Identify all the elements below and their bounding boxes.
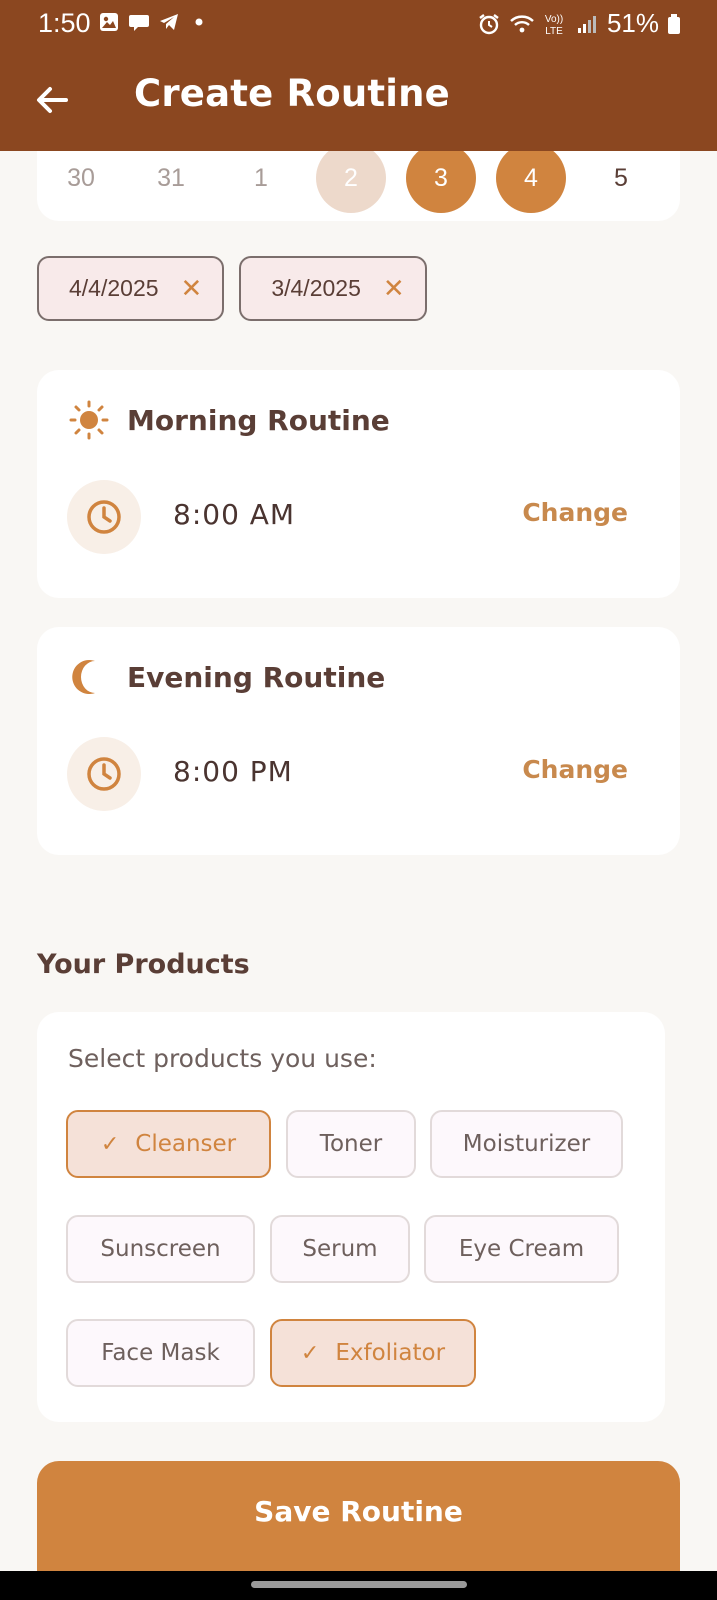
product-chip-label: Sunscreen — [100, 1236, 221, 1262]
date-chip[interactable]: 4/4/2025 ✕ — [37, 256, 225, 321]
date-chip-label: 4/4/2025 — [69, 275, 159, 301]
page-title: Create Routine — [134, 72, 450, 115]
check-icon: ✓ — [300, 1340, 320, 1366]
save-routine-button[interactable]: Save Routine — [37, 1461, 680, 1571]
telegram-icon — [158, 10, 180, 32]
product-chip-sunscreen[interactable]: Sunscreen — [66, 1215, 255, 1283]
status-bar: 1:50 Vo)) LTE 51% — [0, 0, 717, 48]
sun-icon — [69, 400, 109, 440]
products-card: Select products you use: ✓ Cleanser Tone… — [37, 1012, 665, 1422]
product-chip-label: Serum — [302, 1236, 378, 1262]
clock-icon-badge — [67, 737, 141, 811]
clock-icon — [87, 757, 121, 791]
evening-routine-header: Evening Routine — [69, 657, 385, 697]
product-chip-label: Toner — [319, 1131, 383, 1157]
product-chip-cleanser[interactable]: ✓ Cleanser — [66, 1110, 271, 1178]
calendar-day[interactable]: 30 — [46, 151, 116, 213]
calendar-day-selected[interactable]: 4 — [496, 151, 566, 213]
home-gesture-handle[interactable] — [251, 1581, 467, 1588]
calendar-card: 30 31 1 2 3 4 5 — [37, 151, 680, 221]
svg-text:LTE: LTE — [545, 26, 563, 36]
battery-level: 51% — [606, 8, 659, 38]
selected-dates: 4/4/2025 ✕ 3/4/2025 ✕ — [37, 256, 427, 321]
signal-icon — [575, 12, 599, 36]
product-chip-label: Moisturizer — [462, 1131, 591, 1157]
morning-routine-title: Morning Routine — [127, 403, 390, 437]
app-bar: Create Routine — [0, 48, 717, 151]
close-icon[interactable]: ✕ — [181, 274, 203, 304]
product-chip-label: Exfoliator — [335, 1340, 446, 1366]
morning-routine-card: Morning Routine 8:00 AM Change — [37, 370, 680, 598]
calendar-day[interactable]: 31 — [136, 151, 206, 213]
evening-routine-card: Evening Routine 8:00 PM Change — [37, 627, 680, 855]
product-chip-label: Eye Cream — [458, 1236, 585, 1262]
check-icon: ✓ — [100, 1131, 120, 1157]
clock-icon — [87, 500, 121, 534]
status-time: 1:50 — [38, 8, 91, 38]
product-chip-label: Cleanser — [135, 1131, 237, 1157]
battery-icon — [667, 12, 681, 36]
product-chip-eye-cream[interactable]: Eye Cream — [424, 1215, 619, 1283]
morning-time: 8:00 AM — [173, 498, 296, 531]
notification-icons — [98, 10, 210, 32]
product-chip-toner[interactable]: Toner — [286, 1110, 416, 1178]
back-button[interactable] — [30, 78, 74, 122]
product-chip-serum[interactable]: Serum — [270, 1215, 410, 1283]
date-chip-label: 3/4/2025 — [271, 275, 361, 301]
morning-routine-header: Morning Routine — [69, 400, 390, 440]
content-scroll[interactable]: 30 31 1 2 3 4 5 4/4/2025 ✕ 3/4/2025 ✕ Mo… — [0, 151, 717, 1571]
volte-icon: Vo)) LTE — [541, 12, 567, 37]
dot-icon — [188, 10, 210, 32]
change-evening-time-button[interactable]: Change — [522, 755, 628, 784]
product-chip-label: Face Mask — [101, 1340, 220, 1366]
svg-text:Vo)): Vo)) — [545, 14, 563, 25]
wifi-icon — [509, 12, 534, 36]
arrow-left-icon — [37, 87, 68, 113]
product-chip-moisturizer[interactable]: Moisturizer — [430, 1110, 623, 1178]
date-chip[interactable]: 3/4/2025 ✕ — [239, 256, 427, 321]
chat-icon — [128, 10, 150, 32]
calendar-day[interactable]: 5 — [586, 151, 656, 213]
gallery-icon — [98, 10, 120, 32]
alarm-icon — [477, 12, 501, 36]
calendar-day-selected[interactable]: 3 — [406, 151, 476, 213]
system-nav-bar — [0, 1571, 717, 1600]
product-chip-face-mask[interactable]: Face Mask — [66, 1319, 255, 1387]
evening-time: 8:00 PM — [173, 755, 293, 788]
clock-icon-badge — [67, 480, 141, 554]
moon-icon — [72, 660, 95, 694]
calendar-day[interactable]: 1 — [226, 151, 296, 213]
products-section-title: Your Products — [37, 949, 250, 980]
change-morning-time-button[interactable]: Change — [522, 498, 628, 527]
close-icon[interactable]: ✕ — [383, 274, 405, 304]
products-prompt: Select products you use: — [68, 1044, 377, 1073]
evening-routine-title: Evening Routine — [127, 660, 386, 694]
product-chip-exfoliator[interactable]: ✓ Exfoliator — [270, 1319, 476, 1387]
calendar-day-in-range[interactable]: 2 — [316, 151, 386, 213]
status-right: Vo)) LTE 51% — [477, 8, 681, 39]
